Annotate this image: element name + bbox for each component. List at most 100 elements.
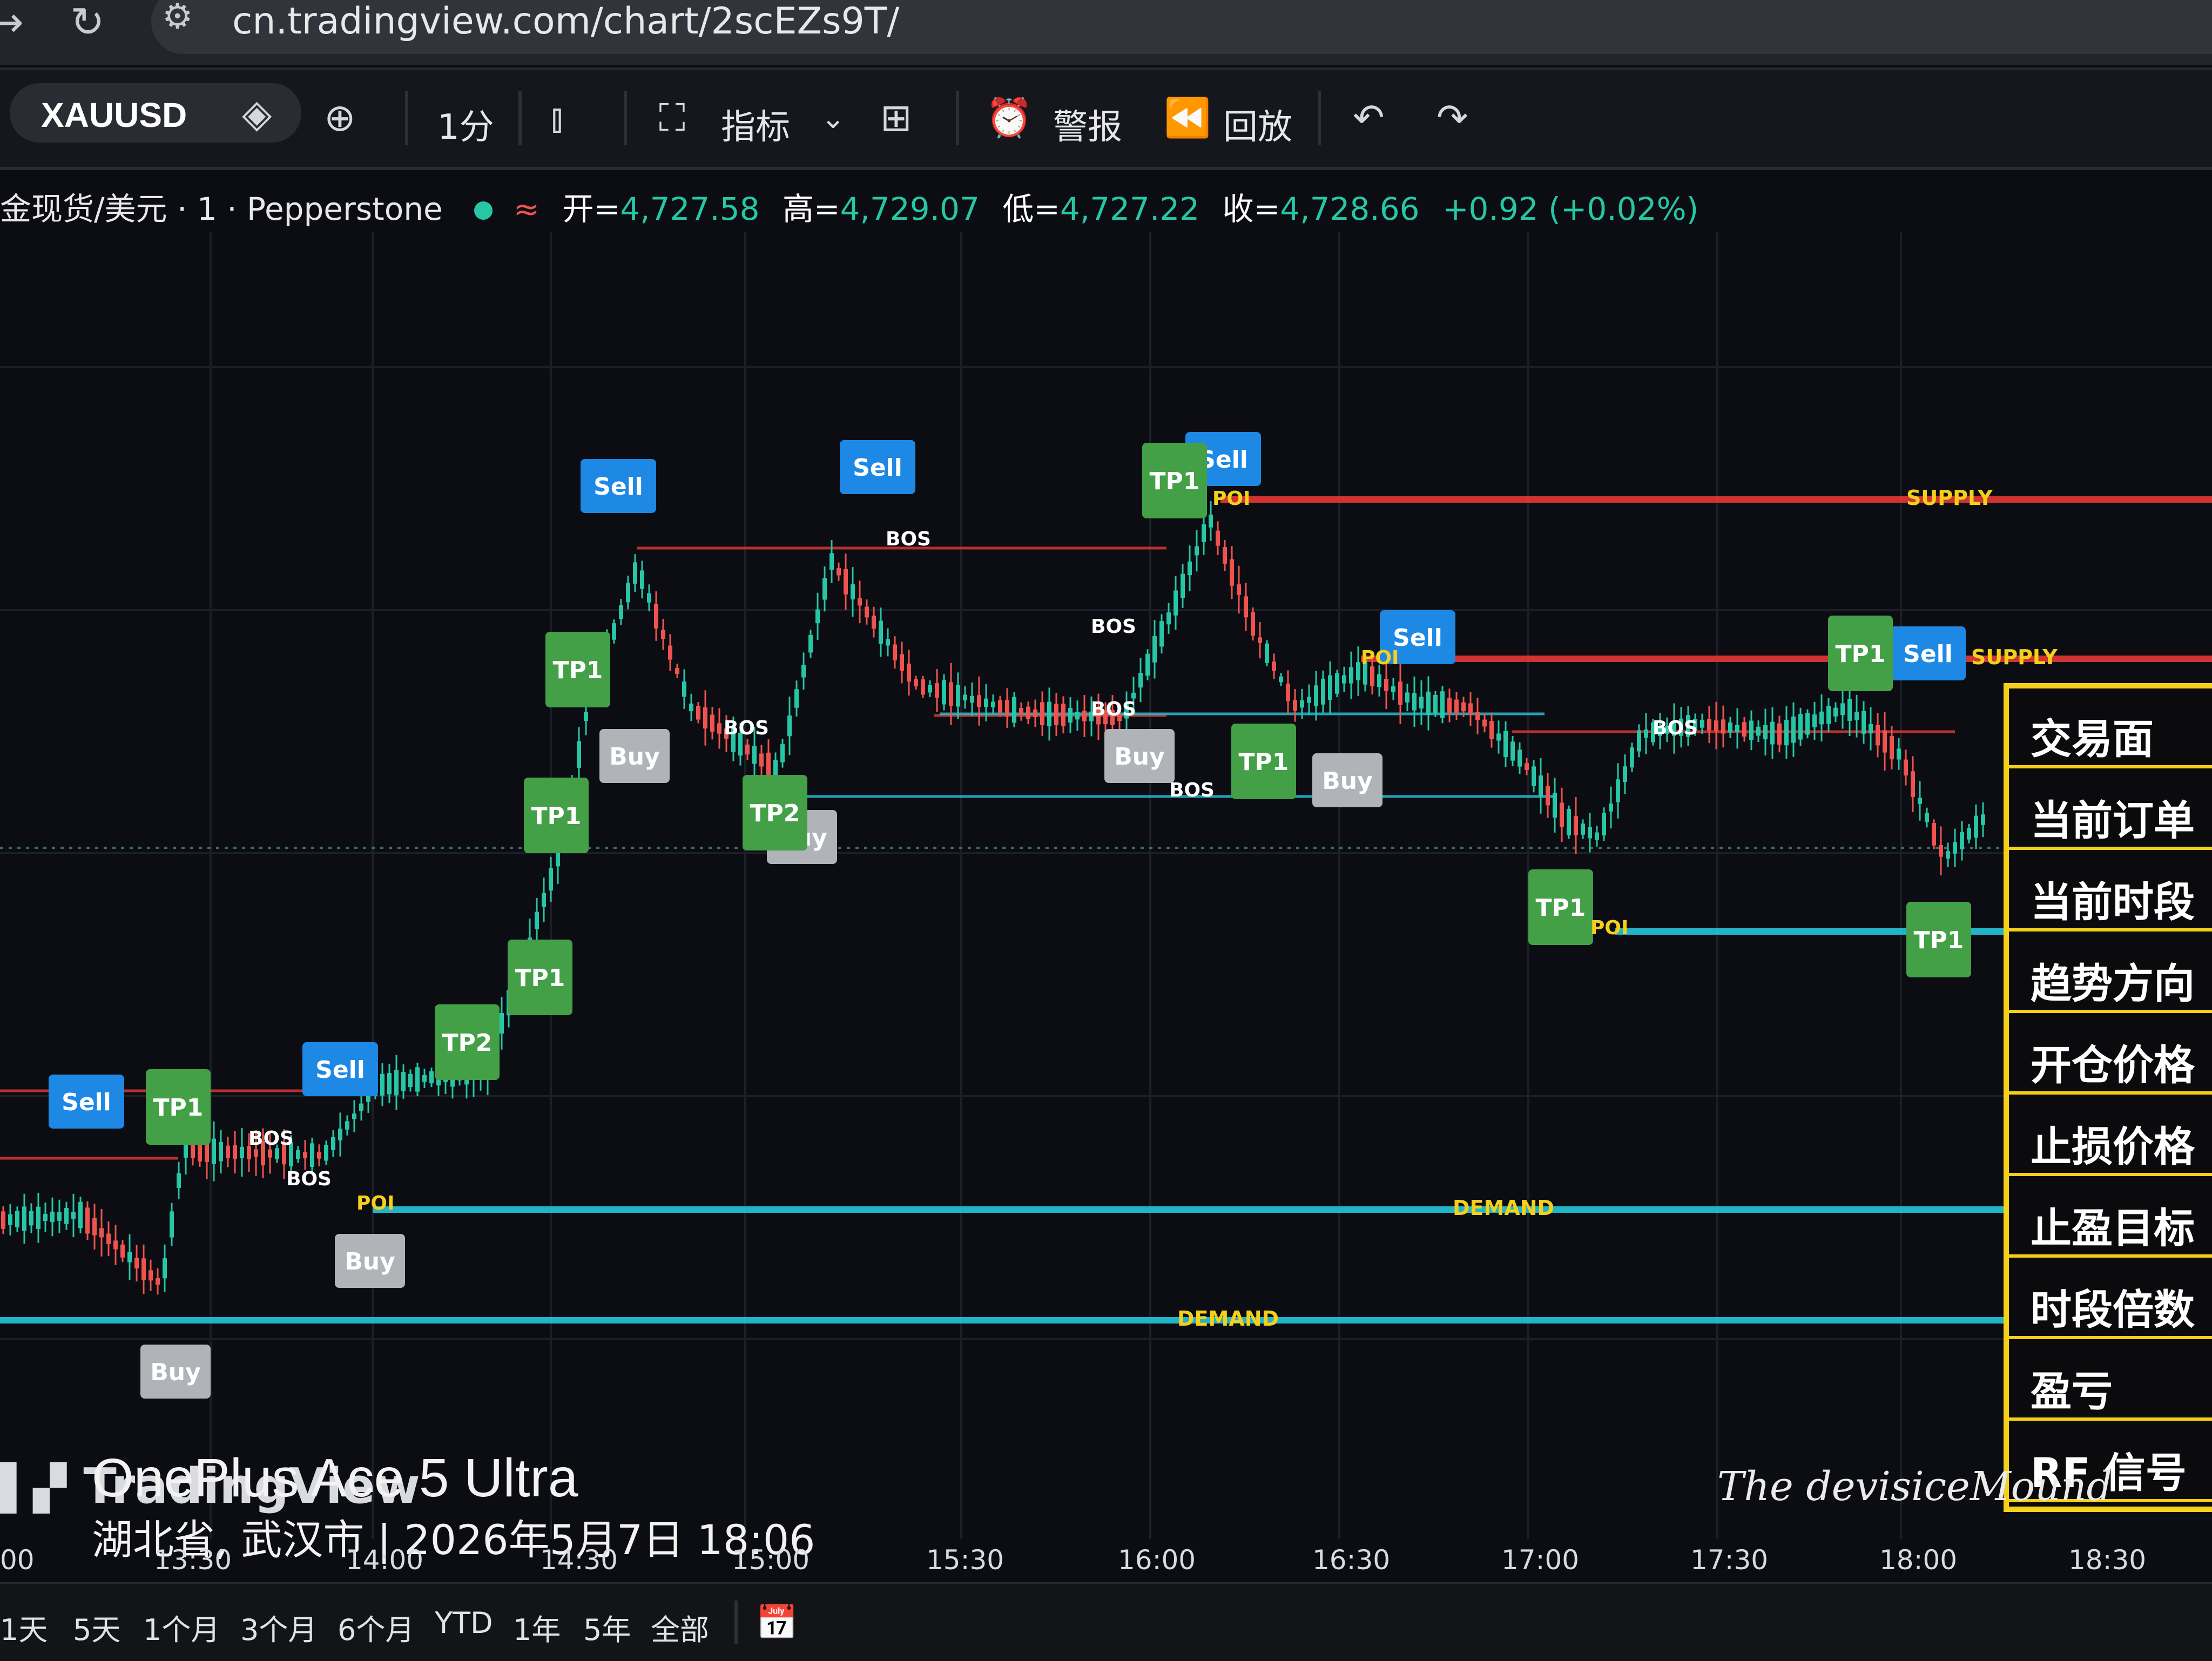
alarm-icon[interactable]: ⏰ bbox=[986, 96, 1033, 140]
range-button[interactable]: 1个月 bbox=[143, 1606, 220, 1649]
indicators-button[interactable]: 指标 bbox=[721, 99, 790, 149]
candle-body bbox=[296, 1150, 300, 1159]
candle-body bbox=[956, 685, 960, 707]
candle-body bbox=[710, 714, 714, 732]
candles-icon[interactable]: ⫾ bbox=[551, 96, 563, 140]
panel-row: 时段倍数 bbox=[2009, 1259, 2212, 1339]
candle-body bbox=[1237, 584, 1241, 595]
sell-signal: Sell bbox=[1890, 626, 1966, 680]
range-button[interactable]: 6个月 bbox=[338, 1606, 414, 1649]
price-chart[interactable]: SUPPLYSUPPLYDEMANDDEMANDDEMAND SellSellS… bbox=[0, 232, 2212, 1539]
candle-body bbox=[998, 700, 1002, 713]
candle-body bbox=[1953, 842, 1957, 854]
candle-body bbox=[865, 606, 869, 618]
candle-body bbox=[1279, 676, 1283, 683]
candle-body bbox=[879, 620, 883, 644]
indicators-icon[interactable]: ⛶ bbox=[659, 96, 685, 140]
candle-body bbox=[1609, 803, 1613, 812]
candle-body bbox=[303, 1152, 307, 1158]
range-button[interactable]: 5天 bbox=[73, 1606, 120, 1649]
interval-button[interactable]: 1分 bbox=[437, 99, 494, 149]
rewind-icon[interactable]: ⏪ bbox=[1164, 96, 1211, 140]
tune-icon[interactable]: ⚙ bbox=[162, 0, 193, 37]
candle-body bbox=[1553, 792, 1557, 818]
candle-body bbox=[1918, 798, 1922, 804]
sell-signal: Sell bbox=[581, 459, 656, 513]
alerts-button[interactable]: 警报 bbox=[1053, 99, 1122, 149]
candle-body bbox=[1644, 729, 1648, 738]
candle-body bbox=[1630, 747, 1634, 768]
range-button[interactable]: 3个月 bbox=[240, 1606, 317, 1649]
candle-body bbox=[1145, 653, 1150, 676]
tp-signal-text: TP1 bbox=[1914, 927, 1964, 954]
candle-body bbox=[1974, 815, 1978, 838]
plus-circle-icon[interactable]: ⊕ bbox=[324, 96, 356, 140]
bos-label: BOS bbox=[1169, 779, 1215, 801]
candle-body bbox=[991, 701, 995, 708]
url-text[interactable]: cn.tradingview.com/chart/2scEZs9T/ bbox=[232, 0, 899, 43]
symbol-title[interactable]: 金现货/美元 · 1 · Pepperstone bbox=[0, 191, 443, 227]
range-button[interactable]: YTD bbox=[435, 1606, 493, 1640]
candle-body bbox=[1763, 725, 1768, 740]
buy-signal-text: Buy bbox=[609, 743, 660, 771]
range-button[interactable]: 1年 bbox=[513, 1606, 561, 1649]
buy-signal: Buy bbox=[1104, 729, 1175, 783]
replay-button[interactable]: 回放 bbox=[1223, 99, 1292, 149]
panel-row: 止盈目标 bbox=[2009, 1178, 2212, 1258]
range-button[interactable]: 1天 bbox=[0, 1606, 48, 1649]
tp-signal: TP1 bbox=[508, 940, 572, 1015]
candle-body bbox=[1890, 736, 1894, 760]
candle-body bbox=[310, 1143, 314, 1167]
layout-grid-icon[interactable]: ⊞ bbox=[880, 96, 912, 140]
candle-body bbox=[977, 695, 981, 707]
poi-label: POI bbox=[1361, 647, 1399, 669]
high-label: 高= bbox=[782, 191, 840, 227]
panel-row: 交易面 bbox=[2009, 688, 2212, 768]
candle-body bbox=[226, 1145, 230, 1158]
candle-body bbox=[1735, 725, 1739, 732]
candle-body bbox=[584, 712, 588, 721]
candle-body bbox=[1946, 851, 1950, 859]
candle-body bbox=[780, 744, 785, 762]
tp-signal-text: TP1 bbox=[153, 1094, 204, 1122]
chevron-down-icon[interactable]: ⌄ bbox=[821, 101, 845, 135]
supply-demand-zones: SUPPLYSUPPLYDEMANDDEMANDDEMAND bbox=[0, 486, 2212, 1331]
device-watermark: OnePlus Ace 5 Ultra bbox=[92, 1448, 578, 1508]
candle-body bbox=[1840, 703, 1845, 715]
redo-icon[interactable]: ↷ bbox=[1437, 96, 1468, 140]
candle-body bbox=[682, 681, 686, 697]
candle-body bbox=[219, 1142, 223, 1162]
buy-signal-text: Buy bbox=[150, 1359, 201, 1386]
candle-body bbox=[942, 680, 946, 705]
candle-body bbox=[1461, 702, 1466, 712]
candle-body bbox=[1342, 675, 1346, 684]
candle-body bbox=[1468, 703, 1473, 715]
chart-toolbar: XAUUSD ◈ ⊕ 1分 ⫾ ⛶ 指标 ⌄ ⊞ ⏰ 警报 ⏪ 回放 ↶ ↷ bbox=[0, 67, 2212, 170]
calendar-goto-icon[interactable]: 📅 bbox=[756, 1603, 798, 1643]
candle-body bbox=[1981, 814, 1985, 825]
candle-body bbox=[1496, 733, 1501, 741]
candle-body bbox=[324, 1145, 328, 1161]
candle-body bbox=[156, 1278, 160, 1285]
range-button[interactable]: 全部 bbox=[651, 1606, 709, 1649]
candle-body bbox=[1166, 612, 1171, 625]
open-label: 开= bbox=[562, 191, 621, 227]
forward-icon[interactable]: → bbox=[0, 0, 24, 46]
reload-icon[interactable]: ↻ bbox=[70, 0, 105, 46]
symbol-search[interactable]: XAUUSD ◈ bbox=[10, 83, 301, 143]
bos-label: BOS bbox=[1091, 616, 1136, 638]
candle-body bbox=[1805, 713, 1810, 735]
candle-body bbox=[1131, 692, 1136, 699]
panel-row-label: 盈亏 bbox=[2031, 1367, 2113, 1415]
candle-body bbox=[1272, 661, 1276, 671]
panel-row-label: 时段倍数 bbox=[2031, 1286, 2195, 1334]
sell-signal-text: Sell bbox=[594, 473, 643, 501]
candle-body bbox=[1391, 686, 1395, 692]
range-button[interactable]: 5年 bbox=[583, 1606, 631, 1649]
candle-body bbox=[1223, 547, 1227, 564]
undo-icon[interactable]: ↶ bbox=[1353, 96, 1385, 140]
tp-signal: TP1 bbox=[1142, 443, 1207, 518]
candle-body bbox=[633, 562, 637, 584]
diamond-icon[interactable]: ◈ bbox=[242, 91, 272, 136]
candle-body bbox=[254, 1149, 258, 1157]
